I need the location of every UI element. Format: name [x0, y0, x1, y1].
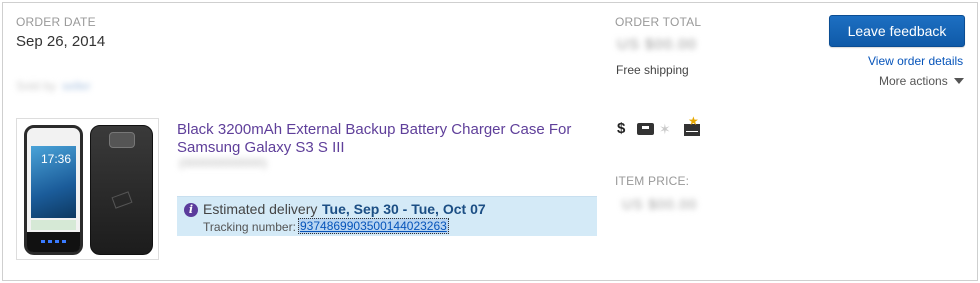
star-icon[interactable]: ✶ — [659, 120, 671, 138]
battery-case-base — [27, 232, 80, 252]
led-light — [55, 240, 59, 243]
item-number: (000000000000) — [179, 156, 268, 170]
item-price-label: ITEM PRICE: — [615, 174, 690, 188]
shipping-box-icon[interactable] — [637, 123, 654, 135]
order-date-label: ORDER DATE — [16, 15, 96, 29]
order-card: ORDER DATE Sep 26, 2014 Sold by seller OR… — [2, 2, 978, 281]
phone-dock — [31, 220, 76, 230]
info-icon: i — [184, 203, 198, 217]
more-actions-label: More actions — [879, 74, 948, 88]
phone-back-image — [90, 125, 153, 255]
tracking-number-label: Tracking number: — [203, 220, 296, 234]
item-price-value: US $00.00 — [622, 196, 698, 212]
more-actions-dropdown[interactable]: More actions — [879, 74, 964, 88]
item-title-link[interactable]: Black 3200mAh External Backup Battery Ch… — [177, 121, 597, 157]
sold-by-label: Sold by — [16, 79, 57, 93]
order-total-label: ORDER TOTAL — [615, 15, 702, 29]
item-thumbnail[interactable]: 17:36 — [16, 118, 159, 260]
seller-link[interactable]: seller — [62, 79, 91, 93]
star-icon: ★ — [688, 114, 699, 128]
order-total-value: US $00.00 — [617, 36, 697, 53]
order-date-value: Sep 26, 2014 — [16, 33, 106, 50]
sold-by-line: Sold by seller — [16, 79, 91, 93]
led-light — [48, 240, 52, 243]
leave-feedback-button[interactable]: Leave feedback — [829, 15, 965, 47]
free-shipping-text: Free shipping — [616, 63, 689, 77]
case-logo — [111, 191, 133, 209]
led-light — [62, 240, 66, 243]
feedback-mail-icon[interactable]: ★ — [684, 115, 700, 136]
phone-screen: 17:36 — [31, 146, 76, 218]
estimated-delivery-dates: Tue, Sep 30 - Tue, Oct 07 — [322, 201, 486, 217]
led-light — [41, 240, 45, 243]
dollar-icon[interactable]: $ — [617, 120, 625, 138]
camera-cutout — [109, 132, 135, 148]
estimated-delivery-label: Estimated delivery — [203, 201, 318, 217]
phone-time: 17:36 — [41, 152, 72, 166]
delivery-info-box: i Estimated delivery Tue, Sep 30 - Tue, … — [177, 196, 597, 236]
caret-down-icon — [953, 78, 964, 84]
view-order-details-link[interactable]: View order details — [868, 54, 963, 68]
tracking-number-link[interactable]: 9374869903500144023263 — [298, 218, 449, 234]
phone-front-image: 17:36 — [24, 125, 83, 255]
